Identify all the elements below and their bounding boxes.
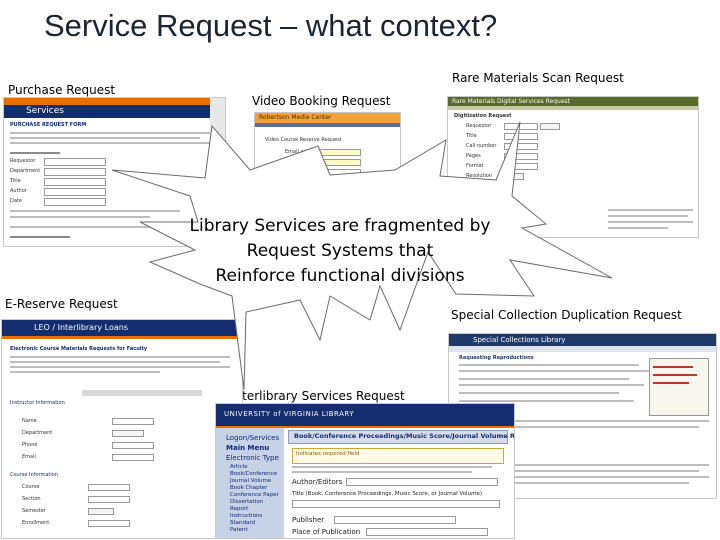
message-line-1: Library Services are fragmented by <box>189 216 491 236</box>
message-line-3: Reinforce functional divisions <box>215 266 465 286</box>
fragmentation-message: Library Services are fragmented by Reque… <box>150 214 530 289</box>
message-line-2: Request Systems that <box>246 241 434 261</box>
